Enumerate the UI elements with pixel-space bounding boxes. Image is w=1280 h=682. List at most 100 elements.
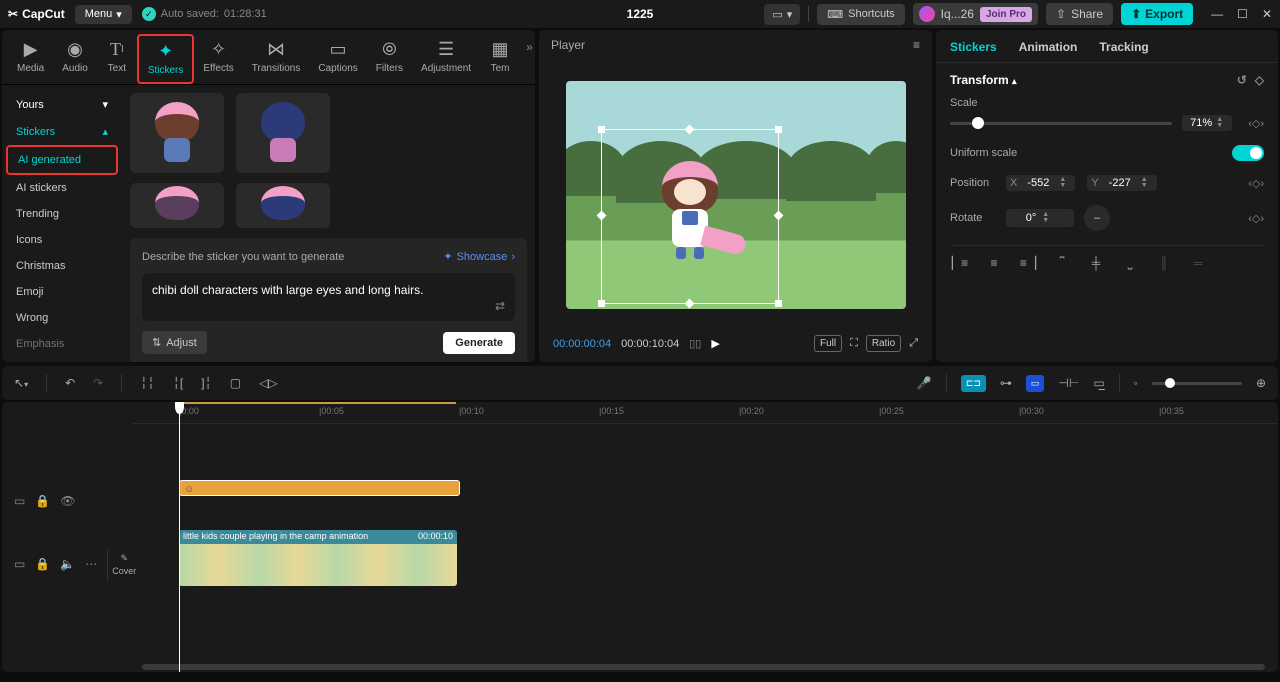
transform-header[interactable]: Transform ▴ ↺ ◇ xyxy=(950,73,1264,87)
split-icon[interactable]: ╎╎ xyxy=(140,376,154,390)
link-icon[interactable]: ⊶ xyxy=(1000,376,1012,390)
reset-icon[interactable]: ↺ xyxy=(1237,73,1247,87)
menu-button[interactable]: Menu ▾ xyxy=(75,5,132,24)
trim-left-icon[interactable]: ╎[ xyxy=(173,376,184,390)
sticker-thumb[interactable] xyxy=(236,93,330,173)
microphone-icon[interactable]: 🎤 xyxy=(917,376,932,390)
rotate-stepper[interactable]: ▲▼ xyxy=(1042,212,1054,224)
pos-y-stepper[interactable]: ▲▼ xyxy=(1141,177,1153,189)
category-christmas[interactable]: Christmas xyxy=(6,253,118,279)
category-stickers[interactable]: Stickers▴ xyxy=(6,118,118,145)
tab-audio[interactable]: ◉Audio xyxy=(53,34,97,84)
category-trending[interactable]: Trending xyxy=(6,201,118,227)
expand-icon[interactable]: ⤢ xyxy=(909,337,918,350)
showcase-button[interactable]: ✦ Showcase › xyxy=(443,250,515,263)
zoom-in-icon[interactable]: ⊕ xyxy=(1256,376,1266,390)
visibility-icon[interactable]: 👁 xyxy=(60,494,75,508)
mute-icon[interactable]: 🔈 xyxy=(60,557,75,571)
trim-right-icon[interactable]: ]╎ xyxy=(201,376,212,390)
rotate-keyframe[interactable]: ‹◇› xyxy=(1248,212,1264,225)
maximize-button[interactable]: ☐ xyxy=(1237,7,1248,21)
category-icons[interactable]: Icons xyxy=(6,227,118,253)
sticker-clip[interactable]: ☺ xyxy=(179,480,460,496)
sticker-track[interactable]: ☺ xyxy=(132,480,1278,510)
player-canvas[interactable] xyxy=(566,81,906,309)
scale-value[interactable]: 71% xyxy=(1186,117,1216,129)
zoom-slider[interactable] xyxy=(1152,382,1242,385)
align-top-icon[interactable]: ⎴ xyxy=(1052,254,1072,272)
scale-stepper[interactable]: ▲▼ xyxy=(1216,117,1228,129)
tab-media[interactable]: ▶Media xyxy=(8,34,53,84)
selection-tool-icon[interactable]: ↖▾ xyxy=(14,376,28,390)
undo-button[interactable]: ↶ xyxy=(65,376,75,390)
scan-icon[interactable]: ⛶ xyxy=(850,337,858,350)
collapse-tabs-button[interactable]: » xyxy=(520,34,539,84)
tab-effects[interactable]: ✧Effects xyxy=(194,34,242,84)
tab-transitions[interactable]: ⋈Transitions xyxy=(243,34,310,84)
join-pro-badge[interactable]: Join Pro xyxy=(980,7,1032,22)
mirror-icon[interactable]: ◁▷ xyxy=(259,376,277,390)
share-button[interactable]: ⇧ Share xyxy=(1046,3,1113,25)
align-h-center-icon[interactable]: ≡ xyxy=(984,254,1004,272)
tab-stickers[interactable]: ✦Stickers xyxy=(137,34,195,84)
shuffle-icon[interactable]: ⇄ xyxy=(495,299,505,313)
category-emoji[interactable]: Emoji xyxy=(6,279,118,305)
timeline-tracks[interactable]: |0:00 |00:05 |00:10 |00:15 |00:20 |00:25… xyxy=(132,402,1278,672)
compare-icon[interactable]: ▯▯ xyxy=(689,337,701,350)
prompt-input[interactable]: chibi doll characters with large eyes an… xyxy=(142,273,515,321)
timeline-ruler[interactable]: |0:00 |00:05 |00:10 |00:15 |00:20 |00:25… xyxy=(132,402,1278,424)
position-keyframe[interactable]: ‹◇› xyxy=(1248,177,1264,190)
sticker-thumb[interactable] xyxy=(130,93,224,173)
player-menu-icon[interactable]: ≡ xyxy=(913,38,920,52)
user-pill[interactable]: Iq...26 Join Pro xyxy=(913,3,1038,25)
align-bottom-icon[interactable]: ⎵ xyxy=(1120,254,1140,272)
category-ai-generated[interactable]: AI generated xyxy=(6,145,118,175)
aspect-ratio-button[interactable]: ▭ ▾ xyxy=(764,4,800,25)
pos-x-input[interactable]: X -552 ▲▼ xyxy=(1006,175,1075,191)
flip-button[interactable]: – xyxy=(1084,205,1110,231)
timeline-scrollbar[interactable] xyxy=(132,662,1278,672)
scale-slider[interactable] xyxy=(950,122,1172,125)
magnet-icon[interactable]: ⊏⊐ xyxy=(961,375,986,392)
pos-x-stepper[interactable]: ▲▼ xyxy=(1059,177,1071,189)
tab-tracking[interactable]: Tracking xyxy=(1099,40,1148,54)
tab-stickers-inspector[interactable]: Stickers xyxy=(950,40,997,54)
close-button[interactable]: ✕ xyxy=(1262,7,1272,21)
lock-icon[interactable]: 🔒 xyxy=(35,494,50,508)
playhead[interactable] xyxy=(179,402,180,672)
generate-button[interactable]: Generate xyxy=(443,332,515,354)
tab-text[interactable]: TIText xyxy=(97,34,137,84)
video-track[interactable]: little kids couple playing in the camp a… xyxy=(132,530,1278,586)
category-wrong[interactable]: Wrong xyxy=(6,305,118,331)
more-icon[interactable]: ⋯ xyxy=(85,557,97,571)
sticker-thumb[interactable] xyxy=(130,183,224,228)
rotate-input[interactable]: 0° ▲▼ xyxy=(1006,209,1074,227)
preview-icon[interactable]: ▭ xyxy=(1026,375,1045,392)
align-right-icon[interactable]: ≡▕ xyxy=(1018,254,1038,272)
category-emphasis[interactable]: Emphasis xyxy=(6,331,118,357)
cut-mode-icon[interactable]: ⊣⊢ xyxy=(1058,376,1079,390)
category-yours[interactable]: Yours▾ xyxy=(6,91,118,118)
redo-button[interactable]: ↷ xyxy=(93,376,103,390)
adjust-button[interactable]: ⇅ Adjust xyxy=(142,331,207,354)
minimize-button[interactable]: — xyxy=(1211,7,1223,21)
track-preview-icon[interactable]: ▭̲ xyxy=(1093,376,1104,390)
tab-adjustment[interactable]: ☰Adjustment xyxy=(412,34,480,84)
lock-icon[interactable]: 🔒 xyxy=(35,557,50,571)
pos-y-input[interactable]: Y -227 ▲▼ xyxy=(1087,175,1156,191)
tab-templates[interactable]: ▦Tem xyxy=(480,34,520,84)
export-button[interactable]: ⬆ Export xyxy=(1121,3,1193,25)
keyframe-nav-icon[interactable]: ◇ xyxy=(1255,73,1264,87)
play-button[interactable]: ▶ xyxy=(711,337,719,350)
tab-animation[interactable]: Animation xyxy=(1019,40,1078,54)
tab-filters[interactable]: ⦾Filters xyxy=(367,34,412,84)
scale-keyframe[interactable]: ‹◇› xyxy=(1248,117,1264,130)
shortcuts-button[interactable]: ⌨ Shortcuts xyxy=(817,4,904,25)
collapse-icon[interactable]: ▭ xyxy=(14,557,25,571)
delete-icon[interactable]: ▢ xyxy=(230,376,241,390)
zoom-out-icon[interactable]: ◦ xyxy=(1134,376,1138,390)
selection-box[interactable] xyxy=(601,129,779,304)
tab-captions[interactable]: ▭Captions xyxy=(309,34,366,84)
align-left-icon[interactable]: ▏≡ xyxy=(950,254,970,272)
full-button[interactable]: Full xyxy=(814,335,842,352)
